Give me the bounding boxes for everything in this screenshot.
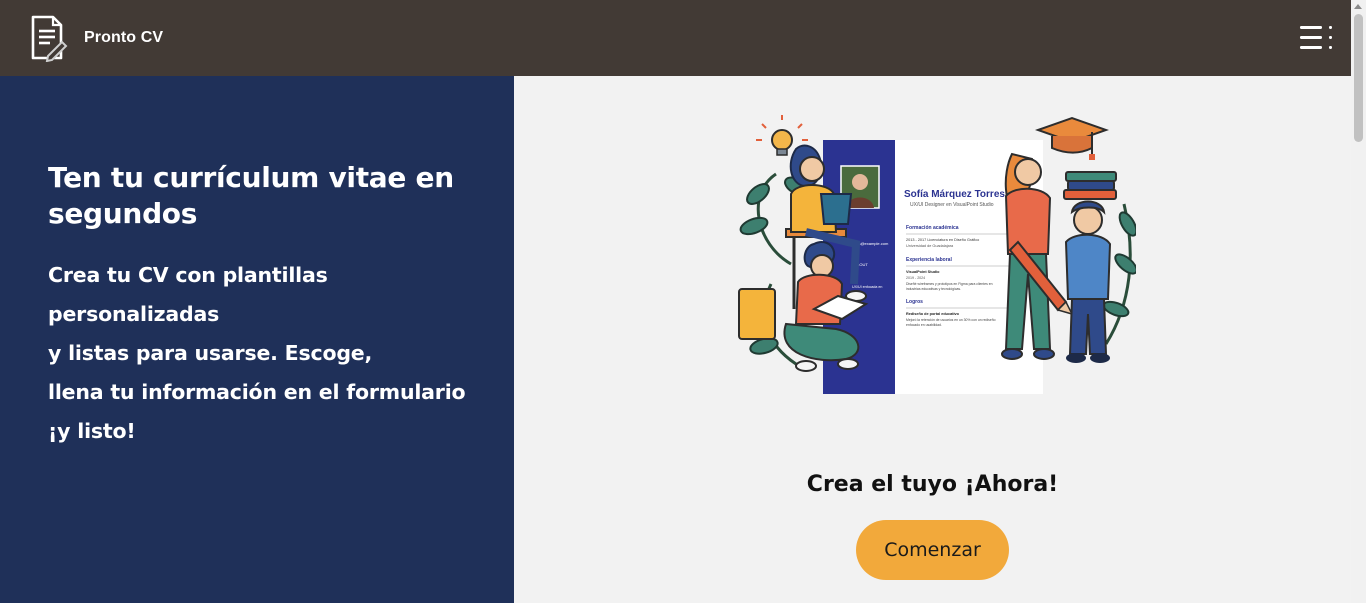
cv-education-line: Universidad de Guadalajara (906, 244, 954, 248)
cv-role: UX/UI Designer en VisualPoint Studio (910, 202, 994, 208)
hero-description-line: personalizadas (48, 302, 220, 326)
hero-description-line: ¡y listo! (48, 419, 136, 443)
cv-achievement-line: Rediseño de portal educativo (906, 312, 960, 316)
hero-right-panel: sofia@example.com ABOUT UX/UI enfocada e… (514, 76, 1351, 603)
hero-left-panel: Ten tu currículum vitae en segundos Crea… (0, 76, 514, 603)
hero-description-line: Crea tu CV con plantillas (48, 263, 328, 287)
navbar: Pronto CV (0, 0, 1351, 76)
start-button[interactable]: Comenzar (856, 520, 1009, 580)
cv-achievement-line: enfocado en usabilidad. (906, 323, 942, 327)
hero-description-line: y listas para usarse. Escoge, (48, 341, 373, 365)
cta-heading: Crea el tuyo ¡Ahora! (806, 472, 1059, 497)
graduation-cap-icon (1034, 116, 1110, 160)
document-pencil-icon[interactable] (26, 14, 68, 62)
hero-headline: Ten tu currículum vitae en segundos (48, 161, 454, 230)
cv-experience-line: VisualPoint Studio (906, 270, 940, 274)
cv-section-education: Formación académica (906, 225, 959, 231)
cv-illustration: sofia@example.com ABOUT UX/UI enfocada e… (738, 115, 1136, 394)
scroll-up-arrow-icon[interactable] (1354, 4, 1362, 9)
cv-section-achievements: Logros (906, 299, 923, 305)
hero-description-line: llena tu información en el formulario (48, 380, 466, 404)
cv-experience-line: industrias educativas y tecnológicas. (906, 287, 961, 291)
cv-name: Sofía Márquez Torres (904, 189, 1005, 200)
books-stack-icon (1063, 171, 1117, 200)
brand-name[interactable]: Pronto CV (84, 29, 163, 47)
hamburger-menu-icon[interactable] (1298, 24, 1334, 52)
scrollbar-thumb[interactable] (1354, 14, 1363, 142)
cv-achievement-line: Mejoró la retención de usuarios en un 30… (906, 318, 996, 322)
cv-experience-line: Diseñé wireframes y prototipos en Figma … (906, 282, 993, 286)
cv-education-line: 2013 - 2017 Licenciatura en Diseño Gráfi… (906, 238, 979, 242)
cv-section-experience: Experiencia laboral (906, 257, 952, 263)
hero-description: Crea tu CV con plantillas personalizadas… (48, 256, 488, 451)
boy-standing-figure (1064, 200, 1112, 363)
cv-about: UX/UI enfocada en (852, 285, 882, 289)
cv-experience-line: 2019 - 2024 (906, 276, 925, 280)
